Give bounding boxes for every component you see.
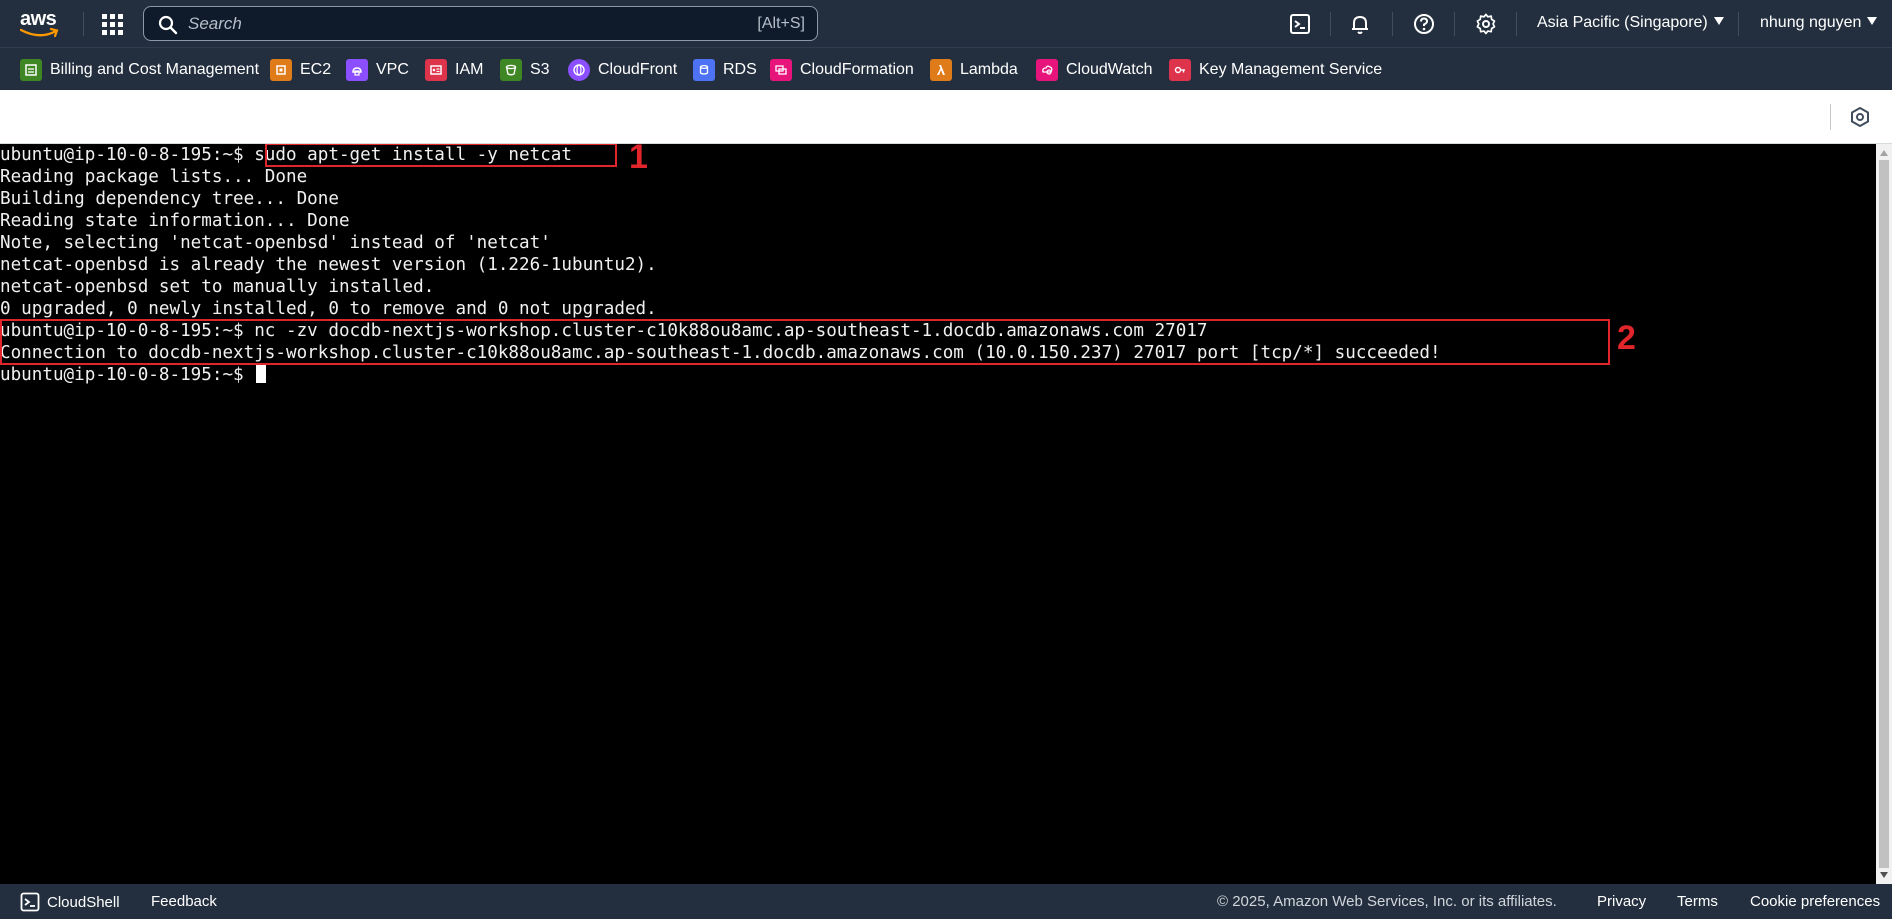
annotation-number-2: 2 [1617,319,1636,357]
favorite-vpc[interactable]: VPC [346,58,409,82]
favorite-label: EC2 [300,61,332,78]
favorite-label: Key Management Service [1199,61,1383,78]
copyright-text: © 2025, Amazon Web Services, Inc. or its… [1217,893,1557,910]
user-menu[interactable]: nhung nguyen [1760,14,1878,32]
region-selector[interactable]: Asia Pacific (Singapore) [1537,14,1724,32]
favorite-label: CloudWatch [1066,61,1153,78]
favorite-label: IAM [455,61,484,78]
favorite-kms[interactable]: Key Management Service [1169,58,1382,82]
privacy-link[interactable]: Privacy [1597,893,1646,910]
terminal-line: Reading state information... Done [0,210,350,232]
search-bar[interactable]: [Alt+S] [143,6,818,41]
aws-logo[interactable]: aws [18,8,62,40]
output-text: Note, selecting 'netcat-openbsd' instead… [0,233,551,253]
terminal-line: 0 upgraded, 0 newly installed, 0 to remo… [0,298,657,320]
scrollbar-thumb[interactable] [1879,160,1889,868]
cookie-preferences-link[interactable]: Cookie preferences [1750,893,1880,910]
favorite-label: Billing and Cost Management [50,61,260,78]
favorite-label: Lambda [960,61,1018,78]
favorite-label: VPC [376,61,409,78]
output-text: Building dependency tree... Done [0,189,339,209]
favorite-cloudformation[interactable]: CloudFormation [770,58,914,82]
shell-prompt: ubuntu@ip-10-0-8-195:~$ [0,365,255,385]
nav-divider [83,12,84,36]
help-icon[interactable] [1412,12,1436,36]
terminal-line: Building dependency tree... Done [0,188,339,210]
annotation-box-1 [265,144,617,167]
favorite-billing[interactable]: Billing and Cost Management [20,58,259,82]
kms-service-icon [1169,59,1191,81]
vpc-service-icon [346,59,368,81]
aws-smile-icon [20,28,59,38]
shell-prompt: ubuntu@ip-10-0-8-195:~$ [0,145,255,165]
scroll-up-icon[interactable] [1880,150,1888,156]
output-text: 0 upgraded, 0 newly installed, 0 to remo… [0,299,657,319]
terminal-cursor [256,364,267,383]
search-shortcut: [Alt+S] [757,15,805,32]
nav-divider [1738,12,1739,36]
terminal-line: netcat-openbsd is already the newest ver… [0,254,657,276]
output-text: Reading package lists... Done [0,167,308,187]
cloudfront-service-icon [568,59,590,81]
nav-divider [1392,12,1393,36]
output-text: netcat-openbsd is already the newest ver… [0,255,657,275]
region-label: Asia Pacific (Singapore) [1537,14,1708,31]
bell-icon[interactable] [1348,12,1372,36]
cloudshell-tab-header [0,90,1892,144]
cloudwatch-service-icon [1036,59,1058,81]
terminal-line: Note, selecting 'netcat-openbsd' instead… [0,232,551,254]
scroll-down-icon[interactable] [1880,872,1888,878]
actions-hexagon-icon[interactable] [1849,106,1871,128]
favorites-bar: Billing and Cost Management EC2 VPC IAM … [0,47,1892,90]
caret-down-icon [1867,17,1878,25]
search-icon [158,15,178,35]
output-text: Reading state information... Done [0,211,350,231]
favorite-rds[interactable]: RDS [693,58,757,82]
favorite-cloudwatch[interactable]: CloudWatch [1036,58,1153,82]
cloudformation-service-icon [770,59,792,81]
favorite-s3[interactable]: S3 [500,58,550,82]
feedback-link[interactable]: Feedback [151,893,217,910]
top-navigation: aws [Alt+S] [0,0,1892,47]
favorite-lambda[interactable]: Lambda [930,58,1018,82]
cloudshell-icon [20,892,40,912]
nav-divider [1516,12,1517,36]
favorite-cloudfront[interactable]: CloudFront [568,58,677,82]
caret-down-icon [1713,17,1724,25]
s3-service-icon [500,59,522,81]
terminal-line: netcat-openbsd set to manually installed… [0,276,434,298]
iam-service-icon [425,59,447,81]
cloudshell-button[interactable]: CloudShell [20,892,120,912]
header-divider [1830,104,1831,130]
nav-divider [1330,12,1331,36]
favorite-iam[interactable]: IAM [425,58,483,82]
cloudshell-label: CloudShell [47,893,120,911]
user-name: nhung nguyen [1760,14,1862,31]
terminal[interactable]: ubuntu@ip-10-0-8-195:~$ sudo apt-get ins… [0,144,1876,884]
billing-service-icon [20,59,42,81]
annotation-number-1: 1 [629,144,648,176]
rds-service-icon [693,59,715,81]
favorite-ec2[interactable]: EC2 [270,58,331,82]
search-input[interactable] [188,11,688,36]
favorite-label: CloudFront [598,61,678,78]
gear-icon[interactable] [1474,12,1498,36]
cloudshell-icon[interactable] [1288,12,1312,36]
footer: CloudShell Feedback © 2025, Amazon Web S… [0,884,1892,919]
services-menu-icon[interactable] [100,12,124,36]
ec2-service-icon [270,59,292,81]
terminal-scrollbar[interactable] [1876,144,1892,884]
nav-divider [1454,12,1455,36]
favorite-label: RDS [723,61,757,78]
favorite-label: CloudFormation [800,61,914,78]
annotation-box-2 [0,319,1610,365]
terms-link[interactable]: Terms [1677,893,1718,910]
favorite-label: S3 [530,61,550,78]
terminal-line: Reading package lists... Done [0,166,307,188]
output-text: netcat-openbsd set to manually installed… [0,277,435,297]
terminal-line: ubuntu@ip-10-0-8-195:~$ [0,364,267,386]
lambda-service-icon [930,59,952,81]
